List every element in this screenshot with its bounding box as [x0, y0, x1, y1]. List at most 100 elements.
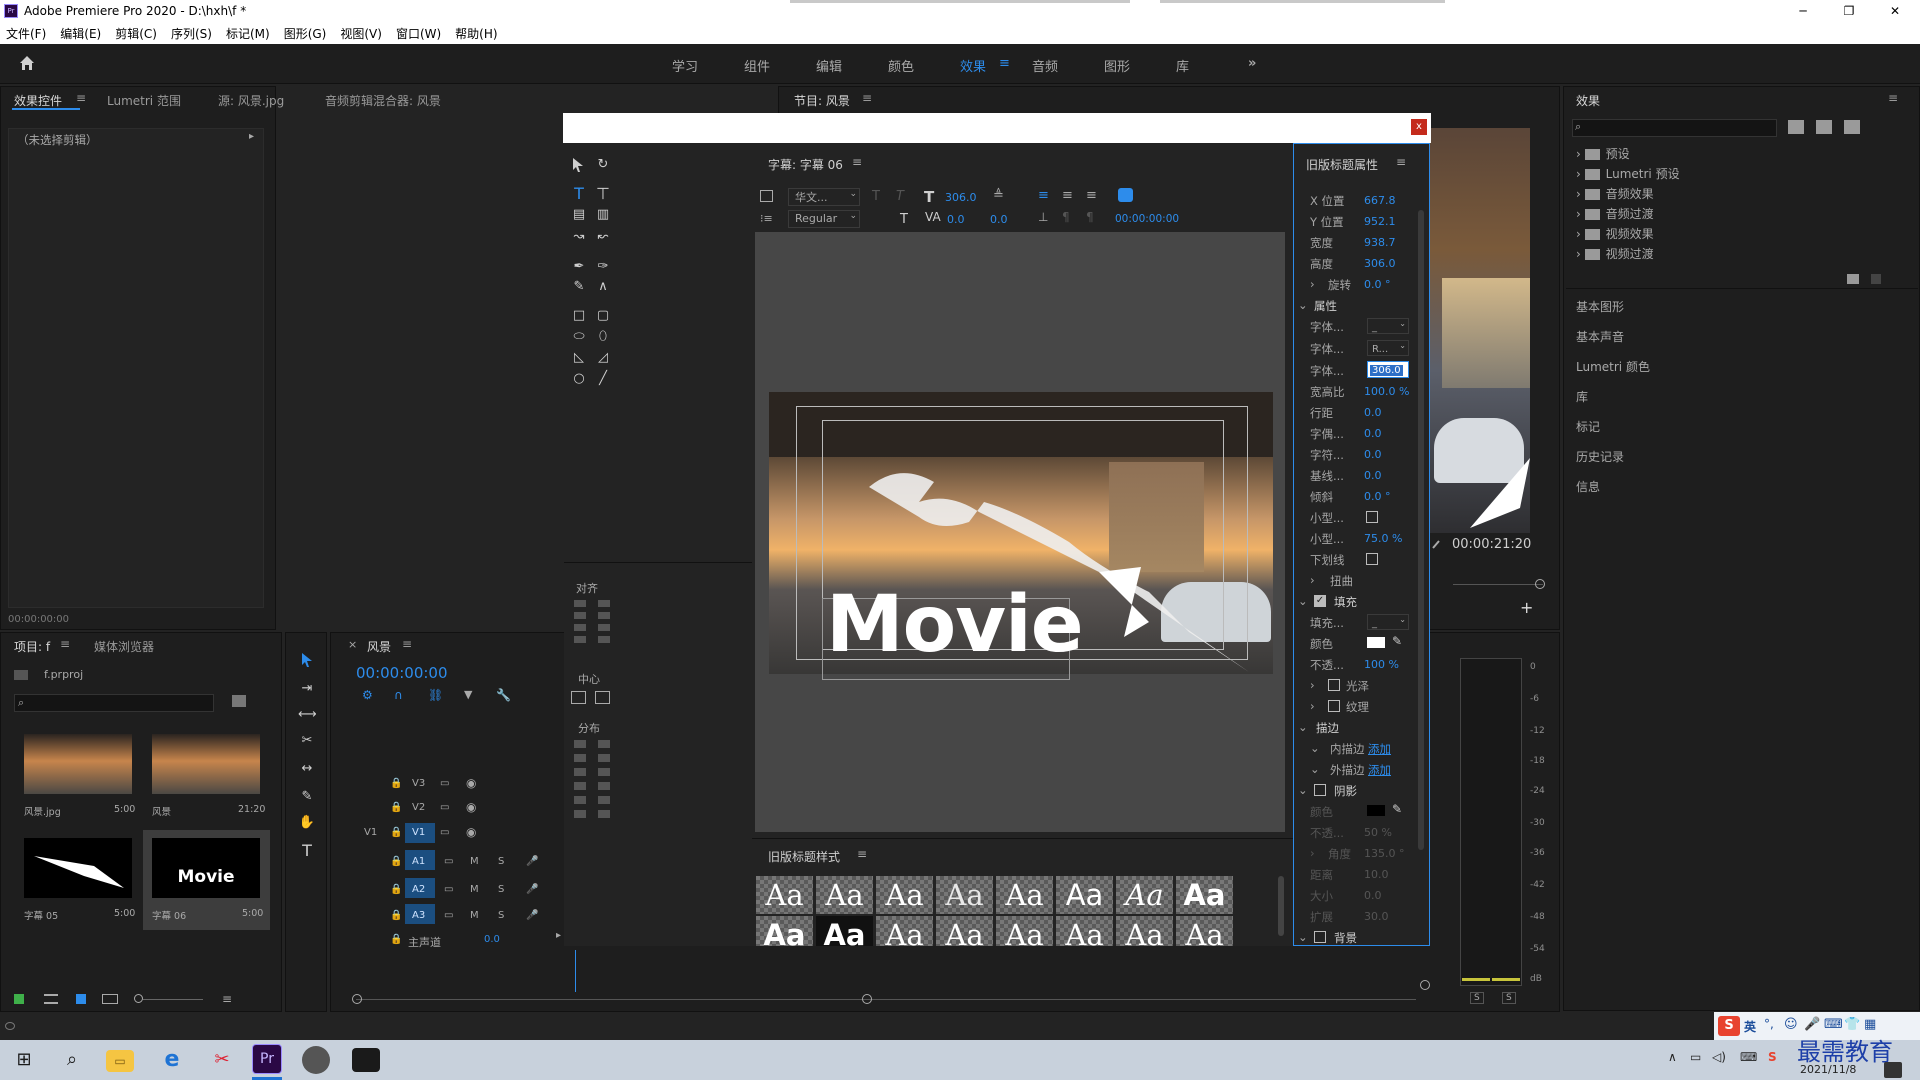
- clipped-rectangle-tool-icon[interactable]: ⬭: [570, 328, 588, 346]
- panel-essential-sound[interactable]: 基本声音: [1576, 328, 1624, 345]
- lock-icon[interactable]: 🔒: [390, 884, 402, 895]
- type-tool-icon[interactable]: T: [570, 185, 588, 203]
- workspace-effects[interactable]: 效果: [960, 56, 986, 75]
- background-video-timecode[interactable]: 00:00:00:00: [1115, 213, 1179, 225]
- path-type-tool-icon[interactable]: ↝: [570, 228, 588, 246]
- effects-folder-video-effects[interactable]: › 视频效果: [1576, 225, 1654, 242]
- subtitle-menu-icon[interactable]: ≡: [852, 155, 862, 169]
- eye-icon[interactable]: ◉: [466, 825, 476, 839]
- collapse-arrow-icon[interactable]: ⌄: [1298, 594, 1308, 608]
- panel-info[interactable]: 信息: [1576, 478, 1600, 495]
- expand-arrow-icon[interactable]: ›: [1310, 678, 1315, 692]
- rounded-corner-tool-icon[interactable]: ⬯: [594, 328, 612, 346]
- master-volume[interactable]: 0.0: [484, 934, 500, 945]
- prop-kerning[interactable]: 0.0: [1364, 427, 1382, 440]
- home-icon[interactable]: [18, 54, 36, 72]
- add-outer-stroke-link[interactable]: 添加: [1368, 762, 1391, 778]
- style-swatch-11[interactable]: Aa: [876, 916, 933, 952]
- tray-chevron-icon[interactable]: ∧: [1668, 1050, 1677, 1064]
- sheen-checkbox[interactable]: [1328, 679, 1340, 691]
- style-swatch-6[interactable]: Aa: [1056, 876, 1113, 914]
- workspace-assembly[interactable]: 组件: [744, 56, 770, 75]
- collapse-arrow-icon[interactable]: ⌄: [1310, 762, 1320, 776]
- ime-lang-toggle[interactable]: 英: [1744, 1018, 1756, 1035]
- track-a3[interactable]: A3: [412, 910, 425, 921]
- style-swatch-15[interactable]: Aa: [1116, 916, 1173, 952]
- tab-audio-mixer[interactable]: 音频剪辑混合器: 风景: [325, 92, 441, 109]
- source-patch-v1[interactable]: V1: [364, 827, 377, 838]
- mic-icon[interactable]: 🎤: [526, 884, 538, 895]
- section-sheen[interactable]: 光泽: [1346, 678, 1369, 694]
- convert-anchor-tool-icon[interactable]: ∧: [594, 278, 612, 296]
- kerning-value[interactable]: 0.0: [947, 213, 965, 226]
- prop-shadow-size[interactable]: 0.0: [1364, 889, 1382, 902]
- rounded-rectangle-tool-icon[interactable]: ▢: [594, 307, 612, 325]
- effects-folder-presets[interactable]: › 预设: [1576, 145, 1630, 162]
- expand-arrow-icon[interactable]: ▸: [249, 131, 254, 142]
- title-from-template-icon[interactable]: [760, 190, 773, 202]
- timeline-settings-icon[interactable]: 🔧: [496, 688, 511, 702]
- eyedropper-icon[interactable]: ✎: [1392, 634, 1402, 648]
- prop-height[interactable]: 306.0: [1364, 257, 1396, 270]
- menu-clip[interactable]: 剪辑(C): [115, 25, 157, 42]
- mic-icon[interactable]: 🎤: [1804, 1017, 1820, 1032]
- network-icon[interactable]: ▭: [1690, 1050, 1701, 1064]
- icon-view-icon[interactable]: [76, 994, 86, 1004]
- effects-menu-icon[interactable]: ≡: [1888, 91, 1898, 105]
- lock-icon[interactable]: 🔒: [390, 856, 402, 867]
- lock-icon[interactable]: 🔒: [390, 910, 402, 921]
- vertical-area-type-tool-icon[interactable]: ▥: [594, 206, 612, 224]
- collapse-arrow-icon[interactable]: ⌄: [1298, 783, 1308, 797]
- scroll-handle-right[interactable]: [1420, 980, 1430, 990]
- style-swatch-12[interactable]: Aa: [936, 916, 993, 952]
- effects-folder-lumetri-presets[interactable]: › Lumetri 预设: [1576, 165, 1680, 182]
- styles-scrollbar[interactable]: [1278, 876, 1284, 936]
- pen-tool-icon[interactable]: ✒: [570, 258, 588, 276]
- notification-icon[interactable]: [1884, 1062, 1902, 1078]
- expand-arrow-icon[interactable]: ›: [1310, 277, 1315, 291]
- sync-lock-icon[interactable]: ▭: [444, 856, 453, 867]
- effects-search-input[interactable]: ⌕: [1572, 119, 1777, 137]
- search-icon[interactable]: ⌕: [56, 1044, 88, 1076]
- timeline-title[interactable]: 风景: [367, 638, 391, 655]
- vertical-path-type-tool-icon[interactable]: ↜: [594, 228, 612, 246]
- section-distort[interactable]: 扭曲: [1330, 573, 1353, 589]
- panel-menu-icon[interactable]: ≡: [76, 91, 86, 105]
- emoji-icon[interactable]: ☺: [1784, 1017, 1798, 1032]
- mute-a3[interactable]: M: [470, 910, 479, 921]
- maximize-button[interactable]: ❐: [1826, 0, 1872, 22]
- sort-icon[interactable]: ≡: [222, 992, 232, 1006]
- selection-tool-icon[interactable]: [300, 652, 314, 668]
- style-swatch-7[interactable]: Aa: [1116, 876, 1173, 914]
- project-search-input[interactable]: ⌕: [14, 694, 214, 712]
- bold-icon[interactable]: T: [872, 189, 880, 204]
- thumb-title-05[interactable]: [24, 838, 132, 898]
- tab-lumetri-scope[interactable]: Lumetri 范围: [107, 92, 181, 109]
- section-background[interactable]: 背景: [1334, 930, 1357, 946]
- mute-a1[interactable]: M: [470, 856, 479, 867]
- timeline-menu-icon[interactable]: ≡: [402, 637, 412, 651]
- sync-lock-icon[interactable]: ▭: [440, 827, 449, 838]
- minimize-button[interactable]: ─: [1780, 0, 1826, 22]
- ellipse-tool-icon[interactable]: ○: [570, 370, 588, 388]
- keyboard-tray-icon[interactable]: ⌨: [1740, 1050, 1757, 1064]
- font-style-select[interactable]: Regular ⌄: [788, 210, 860, 228]
- prop-shadow-angle[interactable]: 135.0 °: [1364, 847, 1405, 860]
- keyboard-icon[interactable]: ⌨: [1824, 1017, 1843, 1032]
- shadow-checkbox[interactable]: [1314, 784, 1326, 796]
- workspace-color[interactable]: 颜色: [888, 56, 914, 75]
- panel-markers[interactable]: 标记: [1576, 418, 1600, 435]
- lock-icon[interactable]: 🔒: [390, 827, 402, 838]
- thumb-title-06[interactable]: Movie: [152, 838, 260, 898]
- prop-font-family-select[interactable]: _ ⌄: [1367, 318, 1409, 334]
- roll-crawl-icon[interactable]: ⁝≡: [760, 212, 773, 225]
- tab-source[interactable]: 源: 风景.jpg: [218, 92, 284, 109]
- align-center-icon[interactable]: ≡: [1062, 188, 1073, 203]
- section-properties[interactable]: 属性: [1314, 298, 1337, 314]
- distribute-buttons-icon[interactable]: [574, 740, 586, 818]
- menu-sequence[interactable]: 序列(S): [171, 25, 212, 42]
- lock-icon[interactable]: 🔒: [390, 802, 402, 813]
- font-family-select[interactable]: 华文... ⌄: [788, 188, 860, 206]
- expand-arrow-icon[interactable]: ›: [1310, 573, 1315, 587]
- sync-lock-icon[interactable]: ▭: [440, 802, 449, 813]
